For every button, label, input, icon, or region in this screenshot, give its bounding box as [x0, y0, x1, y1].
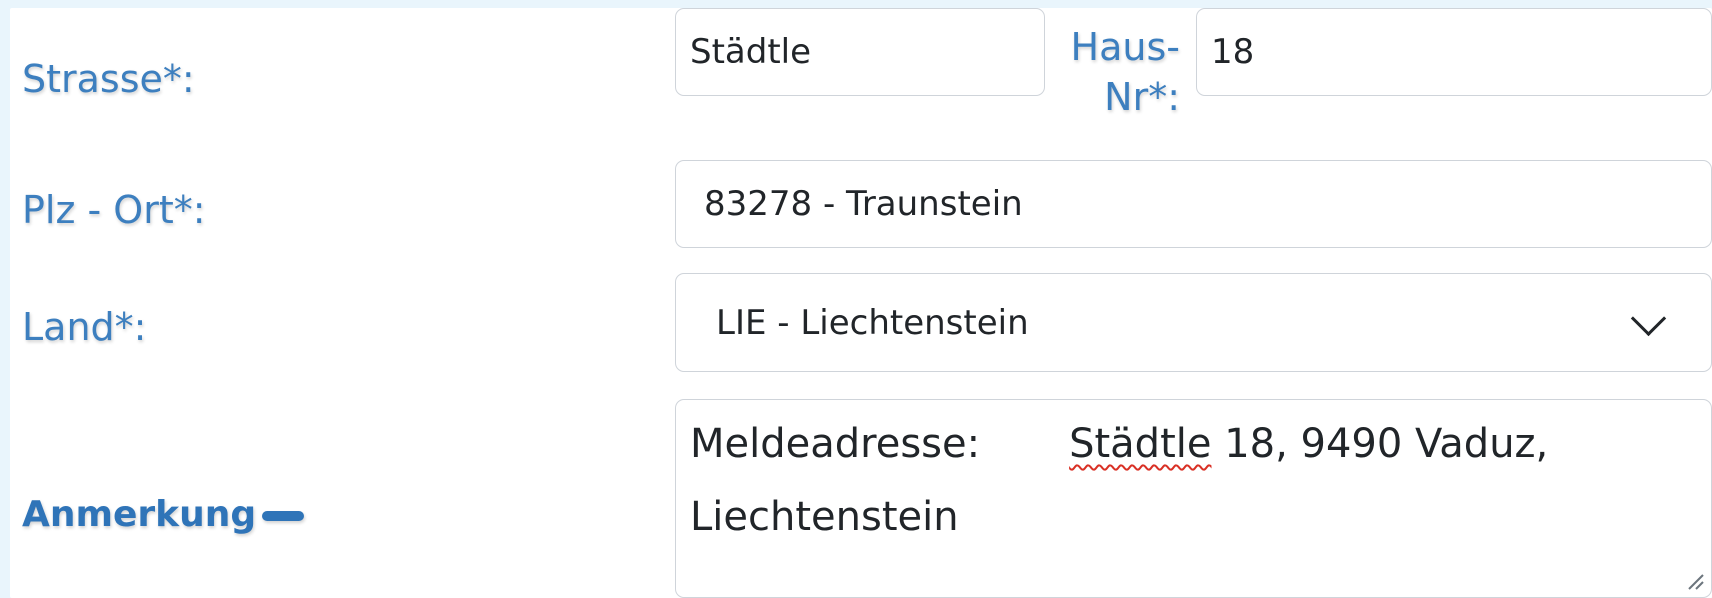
street-label: Strasse*: [22, 57, 195, 101]
house-number-input[interactable]: 18 [1196, 8, 1712, 96]
resize-handle-icon[interactable] [1683, 569, 1705, 591]
country-select[interactable]: LIE - Liechtenstein [675, 273, 1712, 372]
note-textarea[interactable]: Meldeadresse: Städtle 18, 9490 Vaduz, Li… [675, 399, 1712, 598]
minus-icon[interactable] [262, 511, 304, 521]
note-text-misspelled-word: Städtle [1069, 421, 1212, 467]
house-number-label: Haus- Nr*: [1050, 22, 1180, 122]
country-label: Land*: [22, 305, 147, 349]
note-text-prefix: Meldeadresse: [690, 421, 1070, 467]
note-label: Anmerkung [22, 494, 257, 535]
street-input[interactable]: Städtle [675, 8, 1045, 96]
address-form: Strasse*: Städtle Haus- Nr*: 18 Plz - Or… [10, 8, 1712, 598]
house-number-label-line1: Haus- [1070, 25, 1180, 69]
chevron-down-icon[interactable] [1630, 300, 1667, 336]
postal-city-label: Plz - Ort*: [22, 188, 206, 232]
country-select-value: LIE - Liechtenstein [716, 302, 1029, 343]
house-number-label-line2: Nr*: [1104, 75, 1180, 119]
postal-city-input[interactable]: 83278 - Traunstein [675, 160, 1712, 248]
